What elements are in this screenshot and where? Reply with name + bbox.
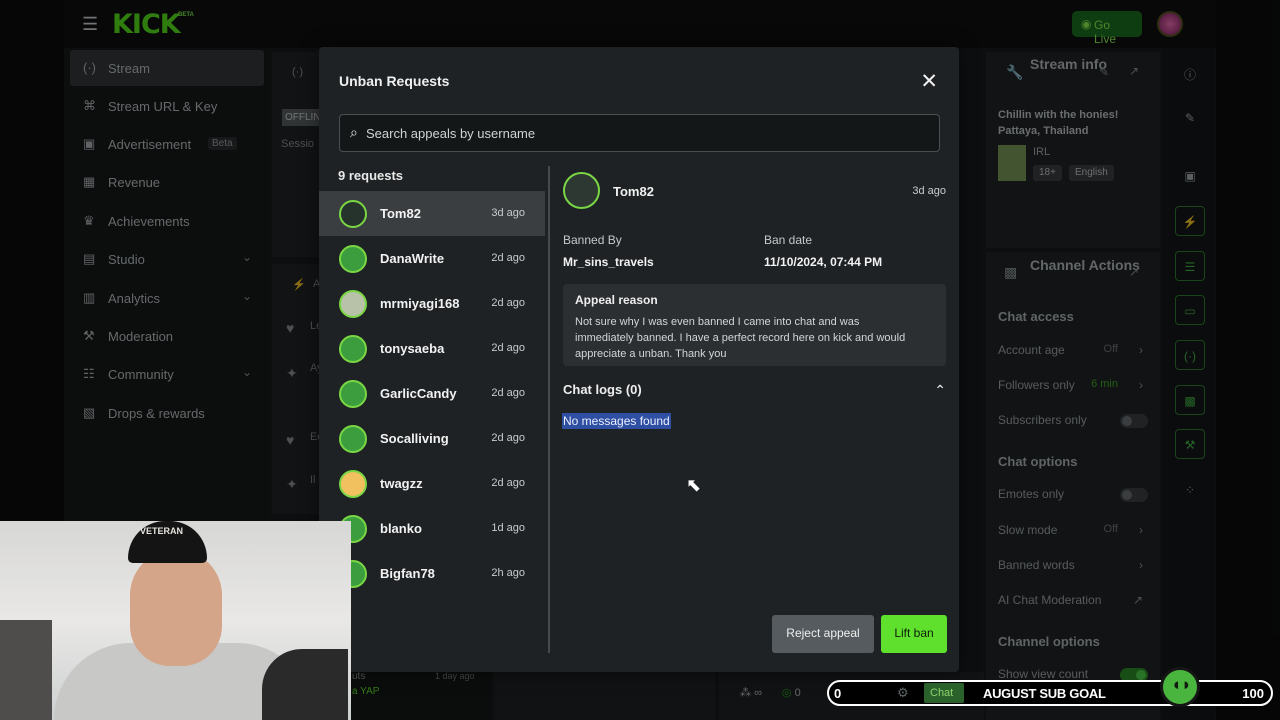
avatar bbox=[339, 200, 367, 228]
appeal-reason-box: Appeal reason Not sure why I was even ba… bbox=[563, 284, 946, 366]
ban-date-label: Ban date bbox=[764, 233, 813, 247]
request-username: Bigfan78 bbox=[380, 566, 435, 581]
gear-icon[interactable]: ⚙ bbox=[897, 685, 909, 701]
webcam-face bbox=[130, 550, 222, 666]
avatar bbox=[339, 425, 367, 453]
webcam-hat-text: VETERAN bbox=[140, 526, 184, 536]
request-time: 2d ago bbox=[491, 387, 525, 399]
request-time: 3d ago bbox=[491, 207, 525, 219]
avatar bbox=[339, 470, 367, 498]
request-time: 2d ago bbox=[491, 252, 525, 264]
request-item[interactable]: Bigfan78 2h ago bbox=[319, 551, 545, 596]
no-messages-text: No messages found bbox=[562, 413, 671, 429]
headset-icon: ◖◗ bbox=[1171, 675, 1192, 694]
request-username: GarlicCandy bbox=[380, 386, 457, 401]
webcam-background bbox=[0, 620, 52, 720]
request-item[interactable]: Tom82 3d ago bbox=[319, 191, 545, 236]
modal-title: Unban Requests bbox=[339, 73, 450, 89]
avatar bbox=[339, 380, 367, 408]
chat-button[interactable]: Chat bbox=[924, 683, 964, 703]
request-item[interactable]: twagzz 2d ago bbox=[319, 461, 545, 506]
avatar bbox=[339, 245, 367, 273]
request-count: 9 requests bbox=[338, 168, 404, 183]
request-username: twagzz bbox=[380, 476, 423, 491]
detail-time: 3d ago bbox=[912, 185, 946, 197]
modal-divider bbox=[548, 166, 550, 653]
search-input[interactable]: ⌕ Search appeals by username bbox=[339, 114, 940, 152]
request-item[interactable]: tonysaeba 2d ago bbox=[319, 326, 545, 371]
dashboard-page: ☰ KICK BETA ◉ Go Live (·) Stream ⌘ Stream U… bbox=[0, 0, 1280, 720]
reject-appeal-button[interactable]: Reject appeal bbox=[772, 615, 874, 653]
request-item[interactable]: mrmiyagi168 2d ago bbox=[319, 281, 545, 326]
request-time: 2d ago bbox=[491, 297, 525, 309]
sub-goal-bar: 0 ⚙ Chat AUGUST SUB GOAL 100 bbox=[827, 680, 1273, 706]
chevron-up-icon[interactable]: ⌃ bbox=[934, 382, 946, 399]
banned-by-value: Mr_sins_travels bbox=[563, 255, 654, 269]
avatar bbox=[339, 335, 367, 363]
request-item[interactable]: DanaWrite 2d ago bbox=[319, 236, 545, 281]
appeal-reason-title: Appeal reason bbox=[575, 293, 658, 307]
webcam-overlay: VETERAN bbox=[0, 521, 351, 720]
mouse-cursor-icon: ⬉ bbox=[686, 475, 702, 495]
request-time: 2h ago bbox=[491, 567, 525, 579]
webcam-chair bbox=[262, 649, 348, 720]
search-icon: ⌕ bbox=[350, 124, 358, 140]
avatar bbox=[339, 290, 367, 318]
request-list: Tom82 3d ago DanaWrite 2d ago mrmiyagi168 2… bbox=[319, 191, 545, 611]
request-item[interactable]: blanko 1d ago bbox=[319, 506, 545, 551]
goal-current: 0 bbox=[834, 686, 842, 701]
goal-target: 100 bbox=[1242, 686, 1264, 701]
request-username: Tom82 bbox=[380, 206, 421, 221]
goal-label: AUGUST SUB GOAL bbox=[983, 686, 1106, 701]
request-username: mrmiyagi168 bbox=[380, 296, 460, 311]
request-item[interactable]: Socalliving 2d ago bbox=[319, 416, 545, 461]
request-username: blanko bbox=[380, 521, 422, 536]
request-time: 2d ago bbox=[491, 432, 525, 444]
request-item[interactable]: GarlicCandy 2d ago bbox=[319, 371, 545, 416]
chat-logs-title: Chat logs (0) bbox=[563, 382, 642, 397]
ban-date-value: 11/10/2024, 07:44 PM bbox=[764, 255, 883, 269]
request-time: 2d ago bbox=[491, 477, 525, 489]
request-username: Socalliving bbox=[380, 431, 449, 446]
request-username: DanaWrite bbox=[380, 251, 445, 266]
close-icon[interactable]: ✕ bbox=[920, 69, 938, 94]
request-time: 1d ago bbox=[491, 522, 525, 534]
request-time: 2d ago bbox=[491, 342, 525, 354]
lift-ban-button[interactable]: Lift ban bbox=[881, 615, 947, 653]
appeal-reason-text: Not sure why I was even banned I came in… bbox=[575, 316, 906, 360]
unban-requests-modal: Unban Requests ✕ ⌕ Search appeals by use… bbox=[319, 47, 959, 672]
avatar bbox=[563, 172, 600, 209]
detail-username: Tom82 bbox=[613, 184, 654, 199]
banned-by-label: Banned By bbox=[563, 233, 622, 247]
request-username: tonysaeba bbox=[380, 341, 445, 356]
search-placeholder: Search appeals by username bbox=[366, 126, 536, 141]
